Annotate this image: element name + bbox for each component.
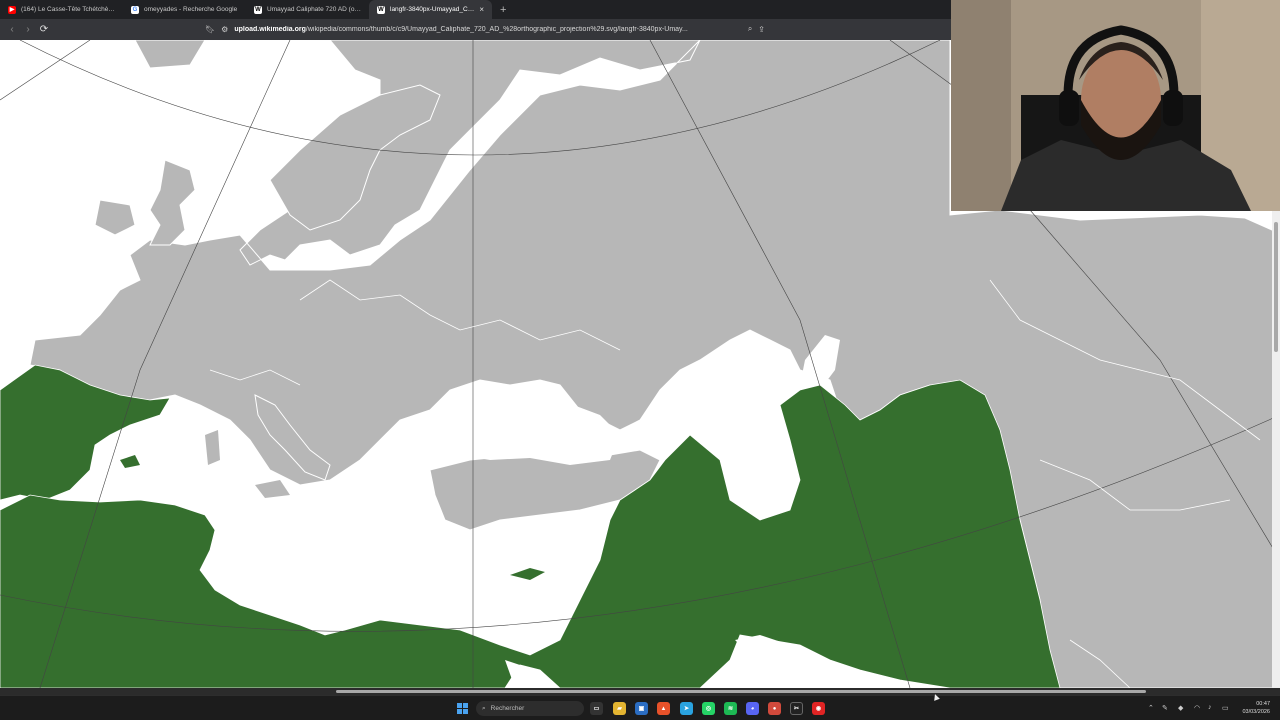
tab-wikipedia-article[interactable]: W Umayyad Caliphate 720 AD (orthog <box>246 0 369 19</box>
capcut-icon[interactable]: ✂ <box>790 702 803 715</box>
spotify-icon[interactable]: ≋ <box>724 702 737 715</box>
tab-title: (164) Le Casse-Tête Tchétchène : le C <box>21 6 115 13</box>
reload-icon[interactable]: ⟳ <box>36 24 52 35</box>
tab-title: omeyyades - Recherche Google <box>144 6 238 13</box>
horizontal-scroll-thumb[interactable] <box>336 690 1146 693</box>
tab-title: Umayyad Caliphate 720 AD (orthog <box>267 6 361 13</box>
taskbar: ⌕ Rechercher ▭ ▰ ▣ ▲ ➤ ◎ ≋ ◕ ● ✂ ◉ ⌃ ✎ ◆… <box>0 695 1280 720</box>
search-icon: ⌕ <box>482 704 486 712</box>
forward-icon[interactable]: › <box>20 24 36 35</box>
tab-google-search[interactable]: G omeyyades - Recherche Google <box>123 0 246 19</box>
bookmark-icon[interactable]: 🔖︎ <box>205 25 215 34</box>
share-icon[interactable]: ⇪ <box>758 25 765 34</box>
wall-shadow <box>951 0 1011 211</box>
address-bar[interactable]: 🔖︎ ⚙︎ upload.wikimedia.org/wikipedia/com… <box>205 20 765 38</box>
taskbar-clock[interactable]: 00:47 03/03/2026 <box>1242 700 1270 716</box>
clock-date: 03/03/2026 <box>1242 709 1270 715</box>
tab-wikimedia-image[interactable]: W langfr-3840px-Umayyad_Caliph × <box>369 0 492 19</box>
url-text[interactable]: upload.wikimedia.org/wikipedia/commons/t… <box>234 26 741 33</box>
webcam-overlay <box>951 0 1280 211</box>
wikipedia-icon: W <box>254 5 262 14</box>
close-tab-icon[interactable]: × <box>479 5 484 14</box>
youtube-icon: ▶ <box>8 5 16 14</box>
vertical-scrollbar[interactable] <box>1272 210 1280 688</box>
webcam-feed <box>951 0 1280 211</box>
brave-browser-icon[interactable]: ▲ <box>657 702 670 715</box>
recorder-icon[interactable]: ◉ <box>812 702 825 715</box>
new-tab-button[interactable]: + <box>492 4 514 16</box>
headphone-cup <box>1163 90 1183 126</box>
battery-icon[interactable]: ▭ <box>1222 704 1229 712</box>
pen-icon[interactable]: ✎ <box>1162 704 1168 712</box>
whatsapp-icon[interactable]: ◎ <box>702 702 715 715</box>
discord-icon[interactable]: ◕ <box>746 702 759 715</box>
wifi-icon[interactable]: ◠ <box>1194 704 1200 712</box>
url-host: upload.wikimedia.org <box>234 25 306 33</box>
wikipedia-icon: W <box>377 5 385 14</box>
file-explorer-icon[interactable]: ▰ <box>613 702 626 715</box>
app-icon[interactable]: ● <box>768 702 781 715</box>
google-icon: G <box>131 5 139 14</box>
network-icon[interactable]: ◆ <box>1178 704 1183 712</box>
url-path: /wikipedia/commons/thumb/c/c9/Umayyad_Ca… <box>305 25 688 33</box>
telegram-icon[interactable]: ➤ <box>680 702 693 715</box>
horizontal-scrollbar[interactable] <box>0 688 1280 695</box>
taskbar-search[interactable]: ⌕ Rechercher <box>476 701 584 716</box>
task-view-icon[interactable]: ▭ <box>590 702 603 715</box>
search-placeholder: Rechercher <box>490 705 525 712</box>
tab-youtube[interactable]: ▶ (164) Le Casse-Tête Tchétchène : le C <box>0 0 123 19</box>
headphone-cup <box>1059 90 1079 126</box>
clock-time: 00:47 <box>1256 701 1270 707</box>
chevron-up-icon[interactable]: ⌃ <box>1148 704 1154 712</box>
vertical-scroll-thumb[interactable] <box>1274 222 1278 352</box>
windows-start-icon[interactable] <box>457 703 468 714</box>
store-icon[interactable]: ▣ <box>635 702 648 715</box>
volume-icon[interactable]: ♪ <box>1208 704 1212 711</box>
zoom-icon[interactable]: ⌕ <box>748 24 752 34</box>
back-icon[interactable]: ‹ <box>4 24 20 35</box>
tab-title: langfr-3840px-Umayyad_Caliph <box>390 6 475 13</box>
site-info-icon[interactable]: ⚙︎ <box>221 25 228 34</box>
